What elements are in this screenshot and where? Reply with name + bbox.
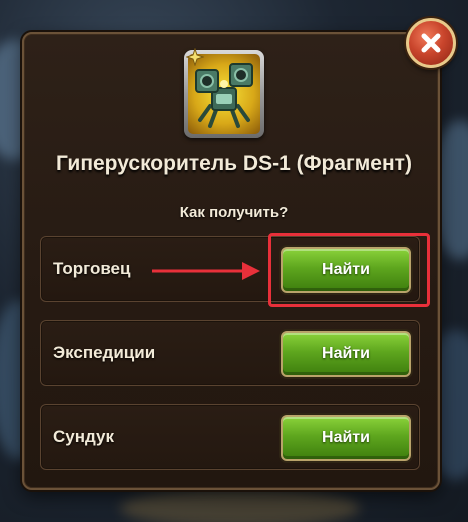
pointer-arrow-icon — [152, 262, 260, 280]
highlight-box — [268, 233, 430, 307]
source-label: Экспедиции — [53, 343, 156, 362]
close-icon — [421, 33, 441, 53]
close-button[interactable] — [406, 18, 456, 68]
fragment-star-icon — [186, 48, 204, 66]
source-row-chest: Сундук Найти — [40, 404, 420, 470]
robot-fragment-icon — [188, 54, 260, 134]
source-row-expeditions: Экспедиции Найти — [40, 320, 420, 386]
find-button-expeditions[interactable]: Найти — [281, 331, 411, 377]
item-title: Гиперускоритель DS-1 (Фрагмент) — [56, 152, 412, 175]
source-label: Торговец — [53, 259, 131, 278]
how-to-get-label: Как получить? — [179, 204, 289, 221]
source-label: Сундук — [53, 427, 114, 446]
find-button-chest[interactable]: Найти — [281, 415, 411, 461]
